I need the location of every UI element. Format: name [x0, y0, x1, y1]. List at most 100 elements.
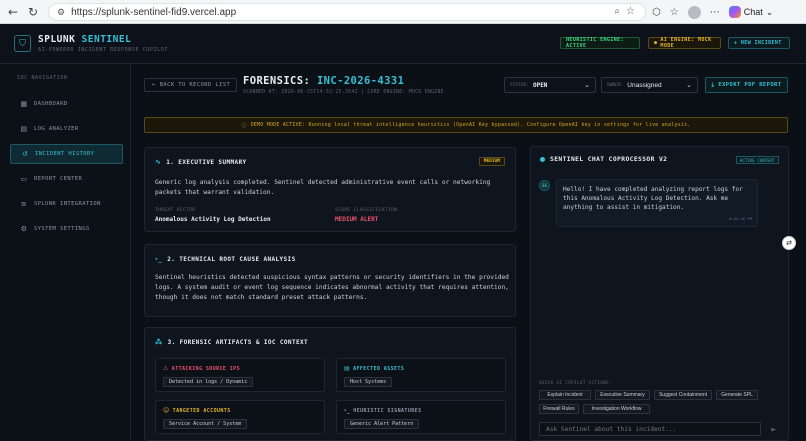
demo-mode-banner: ⓘ DEMO MODE ACTIVE: Running local threat …	[144, 117, 788, 133]
sidebar-item-label: INCIDENT HISTORY	[35, 151, 95, 157]
artifact-targeted-accounts: ☺ TARGETED ACCOUNTS Service Account / Sys…	[155, 400, 325, 434]
root-cause-line1: Sentinel heuristics detected suspicious …	[155, 274, 509, 281]
sidebar-item-label: REPORT CENTER	[34, 176, 83, 182]
user-icon: ☺	[163, 407, 170, 414]
chat-message-text: Hello! I have completed analyzing report…	[563, 186, 743, 211]
chat-panel: SENTINEL CHAT COPROCESSOR V2 ACTIVE CONT…	[530, 146, 789, 441]
address-bar[interactable]: ⚙ https://splunk-sentinel-fid9.vercel.ap…	[48, 3, 646, 21]
message-timestamp: 6:03:36 PM	[729, 216, 752, 221]
sidebar-item-system-settings[interactable]: ⚙ SYSTEM SETTINGS	[10, 219, 123, 239]
ai-engine-dot-icon: ●	[654, 40, 658, 46]
threat-vector-value: Anomalous Activity Log Detection	[155, 216, 271, 223]
zoom-icon[interactable]: ⌕	[614, 6, 620, 17]
card-title: ∿ 1. EXECUTIVE SUMMARY	[155, 158, 247, 166]
chat-title: SENTINEL CHAT COPROCESSOR V2	[540, 156, 667, 163]
avatar[interactable]	[687, 5, 701, 19]
export-pdf-button[interactable]: ⤓ EXPORT PDF REPORT	[705, 77, 788, 93]
quick-action-suggest-containment[interactable]: Suggest Containment	[654, 390, 712, 400]
database-icon: ≡	[20, 200, 28, 208]
quick-action-generate-spl[interactable]: Generate SPL	[716, 390, 758, 400]
new-incident-button[interactable]: + NEW INCIDENT	[728, 37, 790, 49]
book-icon: ▭	[20, 175, 28, 183]
chevron-down-icon: ⌄	[584, 81, 590, 89]
grid-icon: ▦	[20, 100, 28, 108]
document-icon: ▤	[20, 125, 28, 133]
export-label: EXPORT PDF REPORT	[718, 82, 782, 88]
terminal-icon: ›_	[344, 407, 351, 414]
server-icon: ▤	[344, 365, 351, 372]
owner-label: OWNER:	[607, 82, 624, 88]
artifact-value: Service Account / System	[163, 419, 248, 429]
status-select[interactable]: STATUS: OPEN ⌄	[504, 77, 596, 93]
sidebar-item-label: SPLUNK INTEGRATION	[34, 201, 101, 207]
quick-actions-label: QUICK AI COPILOT ACTIONS:	[539, 380, 613, 385]
favorite-star-icon[interactable]: ☆	[626, 6, 635, 17]
sidebar-item-splunk-integration[interactable]: ≡ SPLUNK INTEGRATION	[10, 194, 123, 214]
quick-action-executive-summary[interactable]: Executive Summary	[595, 390, 650, 400]
chevron-down-icon: ⌄	[686, 81, 692, 89]
online-dot-icon	[540, 157, 545, 162]
side-panel-toggle-icon[interactable]: ⇄	[782, 236, 796, 250]
favorites-icon[interactable]: ☆	[670, 7, 679, 18]
owner-value: Unassigned	[627, 81, 662, 89]
root-cause-line3: though it does not match standard preset…	[155, 294, 368, 301]
site-info-icon[interactable]: ⚙	[57, 7, 65, 18]
sidebar-item-label: LOG ANALYZER	[34, 126, 79, 132]
ai-engine-label: AI ENGINE: MOCK MODE	[660, 37, 712, 49]
artifacts-title: 3. FORENSIC ARTIFACTS & IOC CONTEXT	[167, 338, 308, 346]
artifact-title: ▤ AFFECTED ASSETS	[344, 365, 404, 372]
chat-title-text: SENTINEL CHAT COPROCESSOR V2	[550, 156, 668, 163]
summary-text-line2: packets that warrant validation.	[155, 189, 275, 196]
more-menu-icon[interactable]: ⋯	[710, 7, 720, 18]
copilot-icon	[728, 6, 741, 18]
artifact-title: ⚠ ATTACKING SOURCE IPS	[163, 365, 240, 372]
artifact-affected-assets: ▤ AFFECTED ASSETS Host Systems	[336, 358, 506, 392]
history-icon: ↺	[21, 150, 29, 158]
incident-id: INC-2026-4331	[316, 75, 405, 87]
reload-icon[interactable]: ↻	[26, 5, 40, 19]
summary-title: 1. EXECUTIVE SUMMARY	[166, 158, 247, 166]
severity-badge: MEDIUM	[478, 157, 505, 166]
brand-title: SPLUNK SENTINEL	[38, 34, 131, 45]
artifact-value: Generic Alert Pattern	[344, 419, 420, 429]
browser-chat-label: Chat	[743, 7, 763, 17]
sidebar: SOC NAVIGATION ▦ DASHBOARD ▤ LOG ANALYZER …	[0, 64, 131, 441]
extensions-icon[interactable]: ⬡	[652, 7, 661, 18]
owner-select[interactable]: OWNER: Unassigned ⌄	[601, 77, 698, 93]
back-to-records-button[interactable]: ← BACK TO RECORD LIST	[144, 78, 237, 92]
warning-icon: ⚠	[163, 365, 169, 372]
artifact-title: ›_ HEURISTIC SIGNATURES	[344, 407, 422, 414]
page-title: FORENSICS: INC-2026-4331	[243, 75, 404, 87]
demo-banner-text: DEMO MODE ACTIVE: Running local threat i…	[250, 122, 691, 128]
chat-message: Hello! I have completed analyzing report…	[556, 179, 758, 227]
send-icon[interactable]: ➢	[764, 422, 782, 436]
sidebar-item-report-center[interactable]: ▭ REPORT CENTER	[10, 169, 123, 189]
terminal-icon: ›_	[155, 255, 163, 263]
quick-action-investigation-workflow[interactable]: Investigation Workflow	[583, 404, 650, 414]
title-prefix: FORENSICS:	[243, 75, 317, 87]
scan-metadata: SCANNED AT: 2026-06-15T14:32:25.354Z | C…	[243, 90, 444, 95]
sidebar-item-incident-history[interactable]: ↺ INCIDENT HISTORY	[10, 144, 123, 164]
card-title: ›_ 2. TECHNICAL ROOT CAUSE ANALYSIS	[155, 255, 296, 263]
sidebar-item-dashboard[interactable]: ▦ DASHBOARD	[10, 94, 123, 114]
heuristic-engine-status: HEURISTIC ENGINE: ACTIVE	[560, 37, 640, 49]
brand-accent: SENTINEL	[81, 34, 132, 45]
scope-label: SCOPE CLASSIFICATION	[335, 208, 398, 213]
arrow-left-icon: ←	[152, 82, 156, 88]
quick-action-firewall-rules[interactable]: Firewall Rules	[539, 404, 579, 414]
chat-input[interactable]	[539, 422, 761, 436]
browser-chat-button[interactable]: Chat ⌄	[728, 6, 773, 18]
quick-action-explain-incident[interactable]: Explain Incident	[539, 390, 591, 400]
artifact-title: ☺ TARGETED ACCOUNTS	[163, 407, 231, 414]
url-text: https://splunk-sentinel-fid9.vercel.app	[71, 6, 237, 18]
card-title: ⁂ 3. FORENSIC ARTIFACTS & IOC CONTEXT	[155, 338, 308, 346]
sidebar-item-log-analyzer[interactable]: ▤ LOG ANALYZER	[10, 119, 123, 139]
sidebar-item-label: SYSTEM SETTINGS	[34, 226, 90, 232]
info-icon: ⓘ	[241, 122, 247, 129]
sidebar-heading: SOC NAVIGATION	[17, 75, 68, 81]
back-label: BACK TO RECORD LIST	[159, 82, 231, 88]
network-icon: ⁂	[155, 338, 163, 346]
back-arrow-icon[interactable]: ←	[6, 5, 20, 19]
artifact-title-text: ATTACKING SOURCE IPS	[171, 365, 240, 372]
gear-icon: ⚙	[20, 225, 28, 233]
